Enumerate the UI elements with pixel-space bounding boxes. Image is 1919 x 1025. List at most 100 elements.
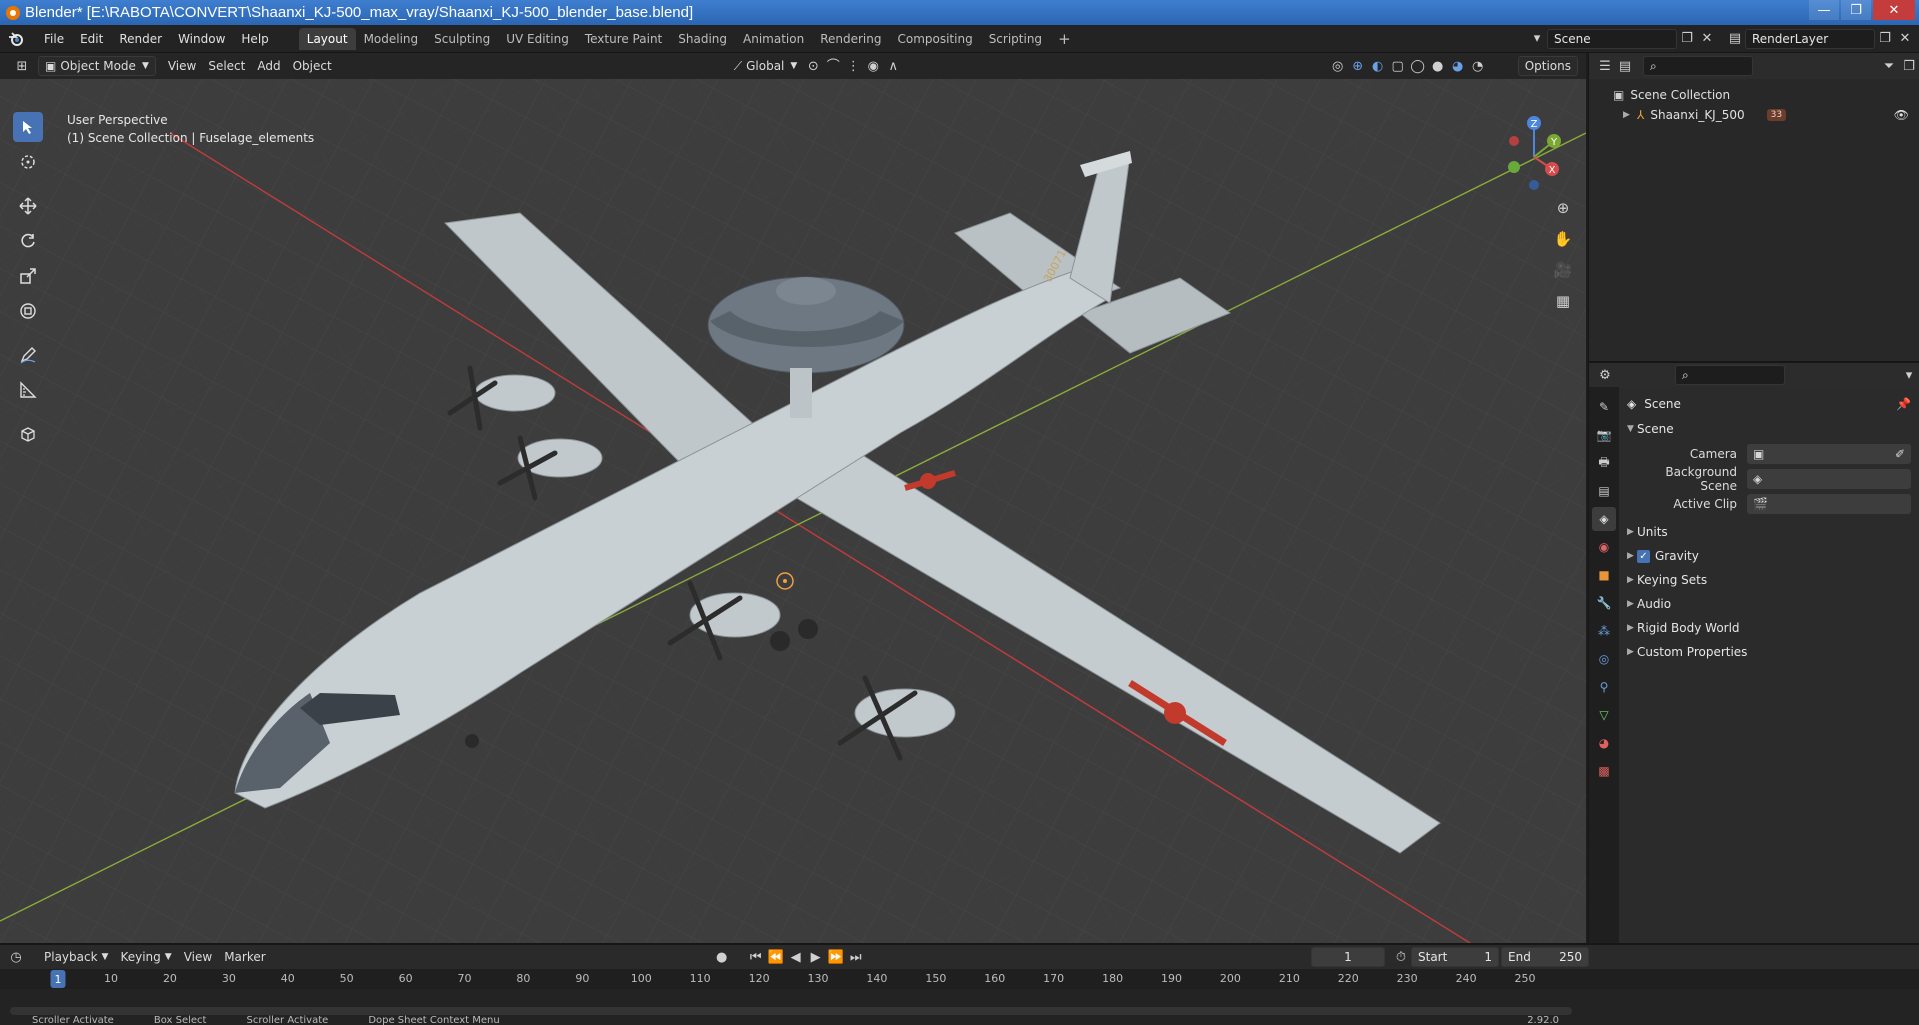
tab-scripting[interactable]: Scripting (981, 28, 1050, 50)
display-mode-icon[interactable]: ▤ (1615, 56, 1635, 76)
minimize-button[interactable]: — (1809, 0, 1839, 20)
stopwatch-icon[interactable]: ⏱ (1391, 947, 1411, 967)
audio-panel-header[interactable]: ▶ Audio (1627, 592, 1911, 616)
tab-modeling[interactable]: Modeling (356, 28, 427, 50)
frame-ruler[interactable]: 1 10 20 30 40 50 60 70 80 90 100 110 120 130 140 150 160… (0, 969, 1919, 989)
play-reverse-icon[interactable]: ◀ (786, 947, 806, 967)
pin-icon[interactable]: 📌 (1896, 397, 1911, 411)
overlay-toggle-icon[interactable]: ◐ (1368, 56, 1388, 76)
navigation-gizmo[interactable]: Z Y X (1498, 111, 1568, 194)
menu-file[interactable]: File (36, 28, 72, 50)
zoom-icon[interactable]: ⊕ (1551, 196, 1575, 220)
tab-animation[interactable]: Animation (735, 28, 812, 50)
close-button[interactable]: ✕ (1873, 0, 1915, 20)
editor-type-icon[interactable]: ⊞ (12, 56, 32, 76)
record-icon[interactable]: ● (712, 947, 732, 967)
active-clip-field[interactable]: 🎬 (1747, 493, 1911, 514)
maximize-button[interactable]: ❐ (1841, 0, 1871, 20)
constraints-tab-icon[interactable]: ⚲ (1592, 675, 1616, 699)
viewport-menu-add[interactable]: Add (251, 56, 286, 76)
eyedropper-icon[interactable]: ✐ (1895, 447, 1905, 461)
new-scene-icon[interactable]: ❐ (1677, 29, 1697, 49)
jump-start-icon[interactable]: ⏮ (746, 947, 766, 967)
transform-orientation-dropdown[interactable]: ⟋ Global ▼ (728, 56, 804, 76)
jump-end-icon[interactable]: ⏭ (846, 947, 866, 967)
properties-search-input[interactable]: ⌕ (1675, 365, 1785, 385)
scene-panel-header[interactable]: ▼ Scene (1627, 417, 1911, 441)
falloff-icon[interactable]: ∧ (883, 56, 903, 76)
tab-rendering[interactable]: Rendering (812, 28, 889, 50)
pivot-point-icon[interactable]: ⊙ (803, 56, 823, 76)
filter-icon[interactable]: ⏷ (1879, 56, 1899, 76)
new-view-layer-icon[interactable]: ❐ (1875, 29, 1895, 49)
prev-keyframe-icon[interactable]: ⏪ (766, 947, 786, 967)
new-collection-icon[interactable]: ❐ (1899, 56, 1919, 76)
menu-render[interactable]: Render (111, 28, 170, 50)
scale-tool[interactable] (13, 261, 43, 291)
play-icon[interactable]: ▶ (806, 947, 826, 967)
viewport-scene-canvas[interactable]: 30071 (0, 53, 1586, 943)
scene-selector[interactable]: Scene (1547, 28, 1677, 49)
3d-viewport[interactable]: 30071 ⊞ ▣ Object Mode ▼ View Select Add … (0, 53, 1586, 943)
wireframe-shading-icon[interactable]: ◯ (1408, 56, 1428, 76)
timeline-menu-playback[interactable]: Playback ▼ (38, 947, 114, 967)
eye-icon[interactable]: 👁 (1894, 108, 1909, 122)
view-layer-selector[interactable]: RenderLayer (1745, 28, 1875, 49)
timeline-menu-marker[interactable]: Marker (218, 947, 271, 967)
timeline-menu-keying[interactable]: Keying ▼ (114, 947, 177, 967)
modifier-tab-icon[interactable]: 🔧 (1592, 591, 1616, 615)
material-tab-icon[interactable]: ◕ (1592, 731, 1616, 755)
tab-texture-paint[interactable]: Texture Paint (577, 28, 670, 50)
solid-shading-icon[interactable]: ● (1428, 56, 1448, 76)
world-tab-icon[interactable]: ◉ (1592, 535, 1616, 559)
pan-hand-icon[interactable]: ✋ (1551, 227, 1575, 251)
physics-tab-icon[interactable]: ◎ (1592, 647, 1616, 671)
menu-edit[interactable]: Edit (72, 28, 111, 50)
visibility-icon[interactable]: ◎ (1328, 56, 1348, 76)
add-cube-tool[interactable] (13, 419, 43, 449)
viewport-menu-select[interactable]: Select (202, 56, 251, 76)
proportional-edit-icon[interactable]: ◉ (863, 56, 883, 76)
start-frame-field[interactable]: Start 1 (1411, 947, 1499, 967)
rotate-tool[interactable] (13, 226, 43, 256)
perspective-grid-icon[interactable]: ▦ (1551, 289, 1575, 313)
expand-arrow-icon[interactable]: ▶ (1623, 110, 1633, 120)
tool-tab-icon[interactable]: ✎ (1592, 395, 1616, 419)
timeline-menu-view[interactable]: View (178, 947, 218, 967)
end-frame-field[interactable]: End 250 (1501, 947, 1589, 967)
scene-tab-icon[interactable]: ◈ (1592, 507, 1616, 531)
object-tab-icon[interactable]: ■ (1592, 563, 1616, 587)
gravity-panel-header[interactable]: ▶ ✓ Gravity (1627, 544, 1911, 568)
camera-field[interactable]: ▣ ✐ (1747, 443, 1911, 464)
transform-tool[interactable] (13, 296, 43, 326)
delete-view-layer-icon[interactable]: ✕ (1895, 29, 1915, 49)
menu-window[interactable]: Window (170, 28, 233, 50)
current-frame-field[interactable]: 1 (1311, 947, 1385, 967)
render-tab-icon[interactable]: 📷 (1592, 423, 1616, 447)
rigid-body-world-panel-header[interactable]: ▶ Rigid Body World (1627, 616, 1911, 640)
outliner-scene-collection[interactable]: ▣ Scene Collection (1613, 85, 1919, 105)
material-shading-icon[interactable]: ◕ (1448, 56, 1468, 76)
options-dropdown[interactable]: Options (1517, 56, 1578, 76)
next-keyframe-icon[interactable]: ⏩ (826, 947, 846, 967)
outliner-search-input[interactable]: ⌕ (1643, 56, 1753, 76)
annotate-tool[interactable] (13, 340, 43, 370)
current-frame-marker[interactable]: 1 (50, 970, 66, 988)
select-box-tool[interactable] (13, 112, 43, 142)
custom-properties-panel-header[interactable]: ▶ Custom Properties (1627, 640, 1911, 664)
background-scene-field[interactable]: ◈ (1747, 468, 1911, 489)
timeline-editor-icon[interactable]: ◷ (6, 947, 26, 967)
menu-help[interactable]: Help (233, 28, 276, 50)
rendered-shading-icon[interactable]: ◔ (1468, 56, 1488, 76)
data-tab-icon[interactable]: ▽ (1592, 703, 1616, 727)
texture-tab-icon[interactable]: ▩ (1592, 759, 1616, 783)
xray-icon[interactable]: ▢ (1388, 56, 1408, 76)
viewport-menu-object[interactable]: Object (287, 56, 338, 76)
properties-editor-icon[interactable]: ⚙ (1595, 365, 1615, 385)
snap-target-icon[interactable]: ⋮ (843, 56, 863, 76)
outliner-editor-icon[interactable]: ☰ (1595, 56, 1615, 76)
gizmo-toggle-icon[interactable]: ⊕ (1348, 56, 1368, 76)
keying-sets-panel-header[interactable]: ▶ Keying Sets (1627, 568, 1911, 592)
snap-icon[interactable]: ⌒ (823, 56, 843, 76)
outliner-item[interactable]: ▶ ⅄ Shaanxi_KJ_500 33 👁 (1613, 105, 1919, 125)
